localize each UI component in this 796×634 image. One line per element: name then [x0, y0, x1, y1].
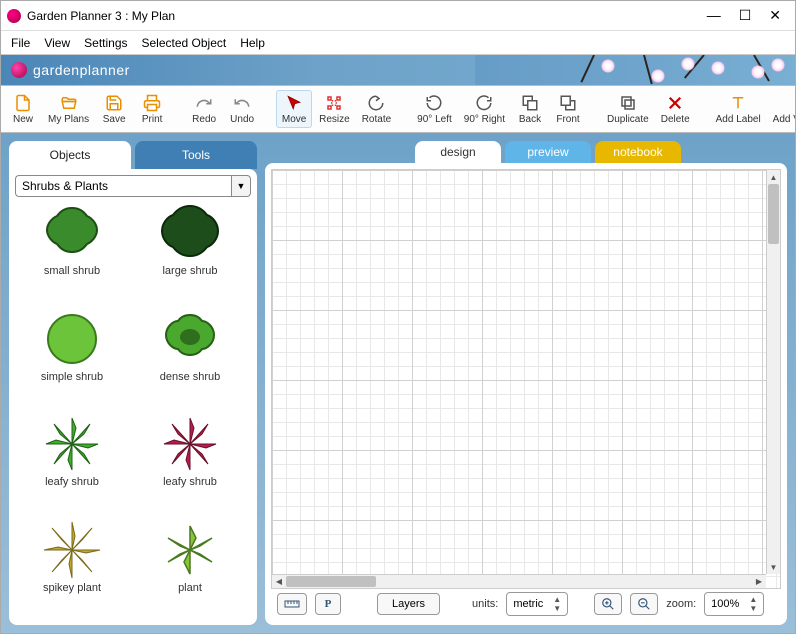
bring-front-icon — [558, 93, 578, 113]
menu-selected-object[interactable]: Selected Object — [142, 36, 227, 50]
rotate-right-button[interactable]: 90° Right — [459, 90, 510, 128]
left-panel: Objects Tools Shrubs & Plants ▼ small sh… — [9, 141, 257, 625]
cursor-icon — [284, 93, 304, 113]
rotate-right-icon — [474, 93, 494, 113]
send-back-icon — [520, 93, 540, 113]
add-label-button[interactable]: Add Label — [711, 90, 766, 128]
undo-button[interactable]: Undo — [224, 90, 260, 128]
resize-icon — [324, 93, 344, 113]
category-select[interactable]: Shrubs & Plants — [15, 175, 231, 197]
rotate-left-button[interactable]: 90° Left — [412, 90, 457, 128]
units-select[interactable]: metric ▲▼ — [506, 592, 568, 616]
object-item-small-shrub[interactable]: small shrub — [15, 203, 129, 303]
duplicate-button[interactable]: Duplicate — [602, 90, 654, 128]
chevron-up-down-icon: ▲▼ — [553, 595, 561, 613]
rotate-button[interactable]: Rotate — [357, 90, 396, 128]
right-panel: design preview notebook ▲ ▼ ◀ ▶ — [265, 141, 787, 625]
front-button[interactable]: Front — [550, 90, 586, 128]
minimize-button[interactable]: — — [707, 7, 721, 24]
tab-preview[interactable]: preview — [505, 141, 591, 163]
leafy-icon — [160, 414, 220, 474]
scroll-up-icon[interactable]: ▲ — [767, 170, 780, 184]
titlebar: Garden Planner 3 : My Plan — ☐ ✕ — [1, 1, 795, 31]
horizontal-scrollbar[interactable]: ◀ ▶ — [272, 574, 766, 588]
print-button[interactable]: Print — [134, 90, 170, 128]
menu-file[interactable]: File — [11, 36, 30, 50]
branding-bar: gardenplanner — [1, 55, 795, 85]
menubar: File View Settings Selected Object Help — [1, 31, 795, 55]
back-button[interactable]: Back — [512, 90, 548, 128]
menu-settings[interactable]: Settings — [84, 36, 127, 50]
add-veg-bed-button[interactable]: Add Veg. Be — [768, 90, 795, 128]
grid-background — [272, 170, 780, 588]
rotate-icon — [366, 93, 386, 113]
zoom-in-button[interactable] — [594, 593, 622, 615]
resize-button[interactable]: Resize — [314, 90, 355, 128]
close-button[interactable]: ✕ — [769, 7, 781, 24]
scroll-down-icon[interactable]: ▼ — [767, 560, 780, 574]
rotate-left-icon — [424, 93, 444, 113]
shrub-icon — [42, 309, 102, 369]
shrub-icon — [160, 203, 220, 263]
properties-button[interactable]: P — [315, 593, 341, 615]
object-item-dense-shrub[interactable]: dense shrub — [133, 309, 247, 409]
maximize-button[interactable]: ☐ — [739, 7, 752, 24]
print-icon — [142, 93, 162, 113]
new-icon — [13, 93, 33, 113]
tab-tools[interactable]: Tools — [135, 141, 257, 169]
layers-button[interactable]: Layers — [377, 593, 440, 615]
ruler-button[interactable] — [277, 593, 307, 615]
window-title: Garden Planner 3 : My Plan — [27, 9, 707, 23]
redo-button[interactable]: Redo — [186, 90, 222, 128]
shrub-icon — [42, 203, 102, 263]
canvas[interactable]: ▲ ▼ ◀ ▶ — [271, 169, 781, 589]
duplicate-icon — [618, 93, 638, 113]
logo-icon — [11, 62, 27, 78]
zoom-out-button[interactable] — [630, 593, 658, 615]
object-item-leafy-shrub-green[interactable]: leafy shrub — [15, 414, 129, 514]
chevron-up-down-icon: ▲▼ — [749, 595, 757, 613]
scroll-left-icon[interactable]: ◀ — [272, 575, 286, 588]
tab-objects[interactable]: Objects — [9, 141, 131, 169]
myplans-button[interactable]: My Plans — [43, 90, 94, 128]
save-button[interactable]: Save — [96, 90, 132, 128]
app-icon — [7, 9, 21, 23]
zoom-label: zoom: — [666, 598, 696, 610]
redo-icon — [194, 93, 214, 113]
delete-button[interactable]: Delete — [656, 90, 695, 128]
save-icon — [104, 93, 124, 113]
text-icon — [728, 93, 748, 113]
scroll-thumb[interactable] — [768, 184, 779, 244]
vertical-scrollbar[interactable]: ▲ ▼ — [766, 170, 780, 574]
units-label: units: — [472, 598, 498, 610]
workspace: Objects Tools Shrubs & Plants ▼ small sh… — [1, 133, 795, 633]
object-item-large-shrub[interactable]: large shrub — [133, 203, 247, 303]
object-item-plant[interactable]: plant — [133, 520, 247, 620]
tab-notebook[interactable]: notebook — [595, 141, 681, 163]
delete-icon — [665, 93, 685, 113]
scroll-thumb[interactable] — [286, 576, 376, 587]
menu-help[interactable]: Help — [240, 36, 265, 50]
new-button[interactable]: New — [5, 90, 41, 128]
object-grid[interactable]: small shrub large shrub simple shrub — [15, 203, 251, 619]
menu-view[interactable]: View — [44, 36, 70, 50]
shrub-icon — [160, 309, 220, 369]
object-item-spikey-plant[interactable]: spikey plant — [15, 520, 129, 620]
object-item-leafy-shrub-red[interactable]: leafy shrub — [133, 414, 247, 514]
plant-icon — [160, 520, 220, 580]
tab-design[interactable]: design — [415, 141, 501, 163]
folder-open-icon — [59, 93, 79, 113]
spikey-icon — [42, 520, 102, 580]
scroll-right-icon[interactable]: ▶ — [752, 575, 766, 588]
vegetable-icon — [790, 93, 795, 113]
statusbar: P Layers units: metric ▲▼ zoom: 10 — [271, 589, 781, 619]
undo-icon — [232, 93, 252, 113]
move-button[interactable]: Move — [276, 90, 312, 128]
toolbar: New My Plans Save Print Redo Undo Move — [1, 85, 795, 133]
logo-text: gardenplanner — [33, 62, 130, 78]
object-item-simple-shrub[interactable]: simple shrub — [15, 309, 129, 409]
zoom-select[interactable]: 100% ▲▼ — [704, 592, 764, 616]
leafy-icon — [42, 414, 102, 474]
category-dropdown-button[interactable]: ▼ — [231, 175, 251, 197]
